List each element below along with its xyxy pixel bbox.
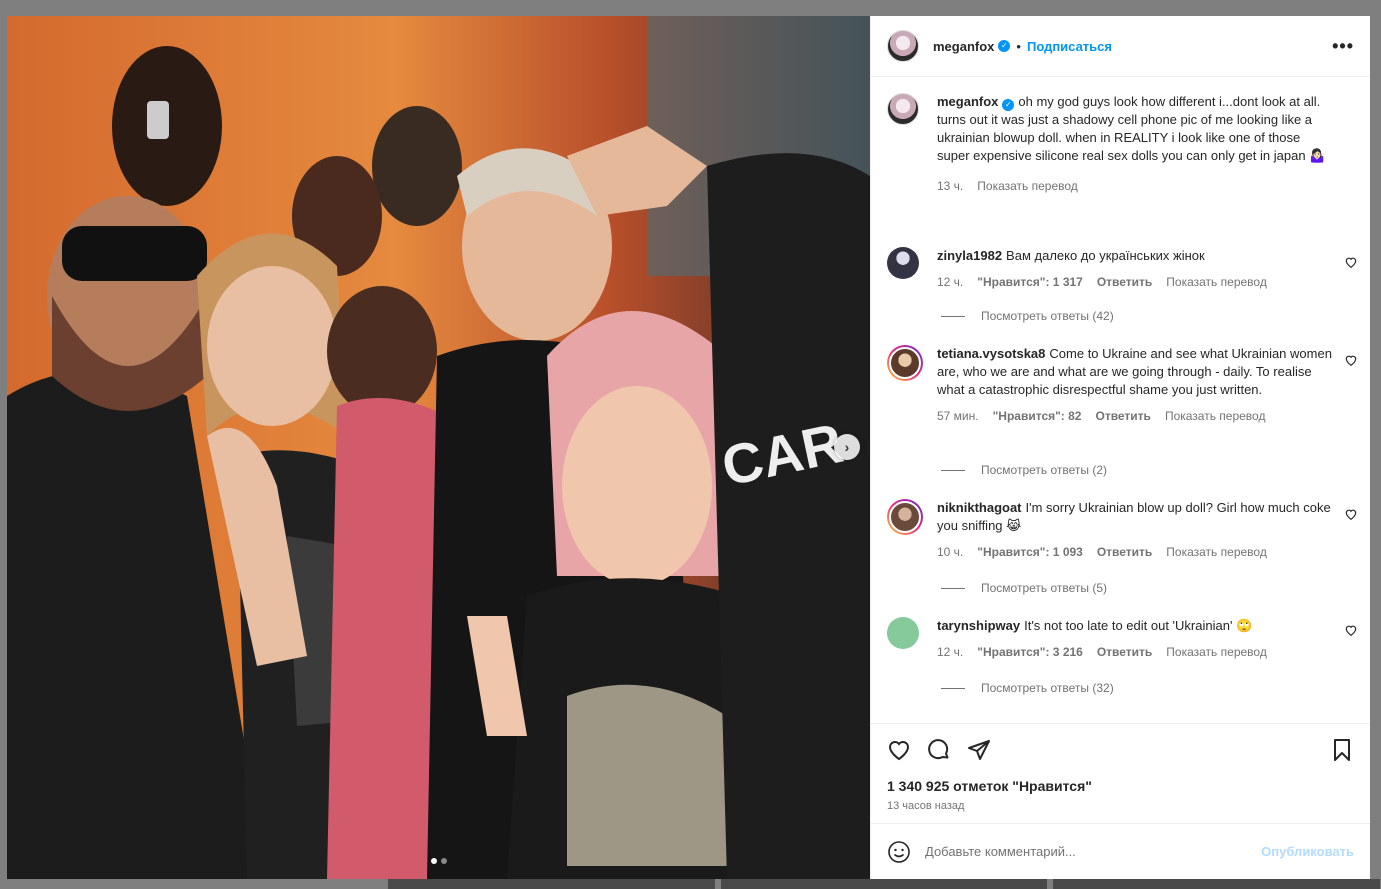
comment-item: tetiana.vysotska8 Come to Ukraine and see… (887, 345, 1358, 425)
comment-like-heart-icon[interactable] (1344, 623, 1358, 637)
emoji-smiley-icon[interactable] (887, 840, 911, 864)
translate-link[interactable]: Показать перевод (1165, 407, 1266, 425)
comment-like-heart-icon[interactable] (1344, 255, 1358, 269)
comment-avatar (889, 501, 921, 533)
comment-username[interactable]: zinyla1982 (937, 248, 1002, 263)
translate-link[interactable]: Показать перевод (1166, 643, 1267, 661)
carousel-dot-active (431, 858, 437, 864)
comment-item: niknikthagoat I'm sorry Ukrainian blow up… (887, 499, 1358, 561)
comment-like-heart-icon[interactable] (1344, 507, 1358, 521)
separator-bullet: • (1016, 38, 1021, 54)
view-replies-label: Посмотреть ответы (2) (981, 463, 1108, 477)
posted-time[interactable]: 13 часов назад (887, 800, 1354, 812)
comment-time[interactable]: 12 ч. (937, 643, 963, 661)
view-replies-label: Посмотреть ответы (32) (981, 681, 1114, 695)
like-heart-icon[interactable] (887, 738, 911, 762)
reply-button[interactable]: Ответить (1097, 643, 1152, 661)
view-replies-button[interactable]: Посмотреть ответы (42) (941, 309, 1114, 323)
comment-time[interactable]: 10 ч. (937, 543, 963, 561)
reply-button[interactable]: Ответить (1097, 543, 1152, 561)
reply-button[interactable]: Ответить (1097, 273, 1152, 291)
comment-time[interactable]: 57 мин. (937, 407, 979, 425)
post-actions: 1 340 925 отметок "Нравится" 13 часов на… (871, 723, 1370, 879)
photo-image: CAR (7, 16, 870, 879)
translate-link[interactable]: Показать перевод (1166, 543, 1267, 561)
comment-avatar[interactable] (887, 617, 919, 649)
follow-button[interactable]: Подписаться (1027, 39, 1112, 54)
view-replies-label: Посмотреть ответы (5) (981, 581, 1108, 595)
comment-avatar[interactable] (887, 247, 919, 279)
likes-count[interactable]: 1 340 925 отметок "Нравится" (887, 778, 1354, 794)
view-replies-label: Посмотреть ответы (42) (981, 309, 1114, 323)
share-paper-plane-icon[interactable] (967, 738, 991, 762)
verified-badge-icon: ✓ (1002, 99, 1015, 111)
comment-time[interactable]: 12 ч. (937, 273, 963, 291)
comment-input[interactable]: Добавьте комментарий... (925, 844, 1261, 859)
comment-text: It's not too late to edit out 'Ukrainian… (1024, 618, 1253, 633)
publish-button[interactable]: Опубликовать (1261, 844, 1354, 859)
comment-username[interactable]: tetiana.vysotska8 (937, 346, 1045, 361)
story-ring[interactable] (887, 345, 923, 381)
carousel-next-button[interactable]: › (834, 434, 860, 460)
comment-text: Вам далеко до українських жінок (1006, 248, 1205, 263)
reply-button[interactable]: Ответить (1095, 407, 1150, 425)
comment-like-heart-icon[interactable] (1344, 353, 1358, 367)
comment-likes[interactable]: "Нравится": 1 093 (977, 543, 1083, 561)
comment-username[interactable]: niknikthagoat (937, 500, 1022, 515)
view-replies-button[interactable]: Посмотреть ответы (32) (941, 681, 1114, 695)
view-replies-button[interactable]: Посмотреть ответы (2) (941, 463, 1107, 477)
comment-item: tarynshipway It's not too late to edit ou… (887, 617, 1358, 661)
author-avatar[interactable] (887, 30, 919, 62)
comment-bubble-icon[interactable] (927, 738, 951, 762)
verified-badge-icon: ✓ (998, 40, 1011, 52)
carousel-dots (431, 858, 447, 864)
comment-likes[interactable]: "Нравится": 3 216 (977, 643, 1083, 661)
post-photo: CAR › (7, 16, 870, 879)
translate-link[interactable]: Показать перевод (1166, 273, 1267, 291)
comment-item: zinyla1982 Вам далеко до українських жіно… (887, 247, 1358, 291)
post-modal: CAR › meganfox ✓ • Подписаться ••• megan… (7, 16, 1370, 879)
comments-list[interactable]: meganfox ✓ oh my god guys look how differe… (871, 77, 1370, 723)
post-header: meganfox ✓ • Подписаться ••• (871, 16, 1370, 77)
bookmark-save-icon[interactable] (1330, 738, 1354, 762)
backdrop-thumbnails (388, 879, 1381, 889)
add-comment-bar: Добавьте комментарий... Опубликовать (871, 823, 1370, 879)
comment-username[interactable]: tarynshipway (937, 618, 1020, 633)
comment-likes[interactable]: "Нравится": 1 317 (977, 273, 1083, 291)
story-ring[interactable] (887, 499, 923, 535)
caption-username[interactable]: meganfox (937, 94, 998, 109)
comment-likes[interactable]: "Нравится": 82 (993, 407, 1082, 425)
caption: meganfox ✓ oh my god guys look how differe… (887, 93, 1358, 195)
more-options-icon[interactable]: ••• (1332, 36, 1354, 57)
author-username[interactable]: meganfox (933, 39, 994, 54)
caption-avatar[interactable] (887, 93, 919, 125)
post-side-panel: meganfox ✓ • Подписаться ••• meganfox ✓ oh… (870, 16, 1370, 879)
carousel-dot (441, 858, 447, 864)
caption-time[interactable]: 13 ч. (937, 177, 963, 195)
comment-avatar (889, 347, 921, 379)
view-replies-button[interactable]: Посмотреть ответы (5) (941, 581, 1107, 595)
caption-translate-link[interactable]: Показать перевод (977, 177, 1078, 195)
